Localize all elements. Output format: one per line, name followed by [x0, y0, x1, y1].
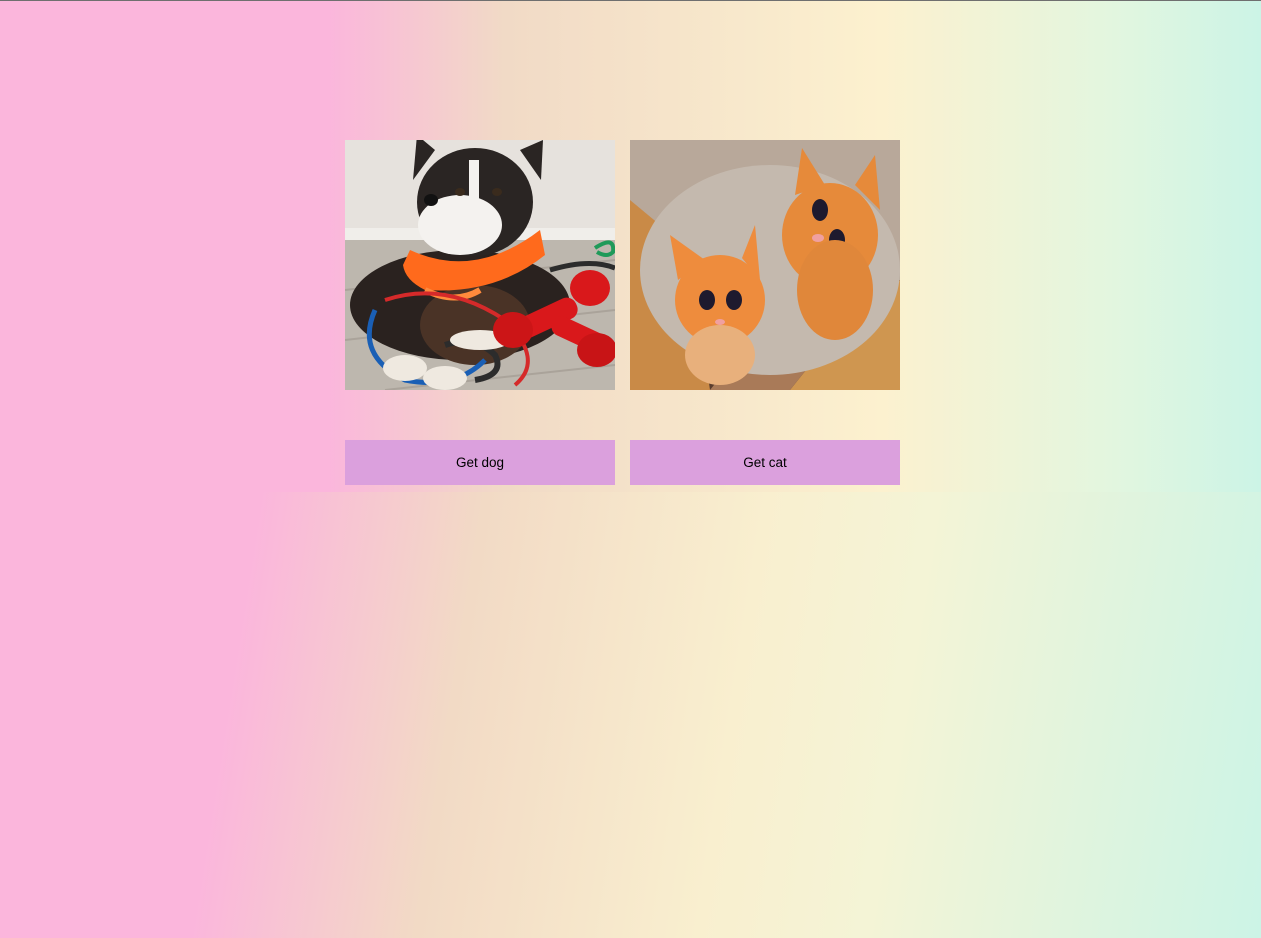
get-cat-button[interactable]: Get cat	[630, 440, 900, 485]
dog-photo	[345, 140, 615, 390]
pet-gallery-panel: Get dog Get cat	[0, 1, 1261, 492]
cat-card: Get cat	[630, 140, 900, 485]
cat-photo	[630, 140, 900, 390]
get-dog-button[interactable]: Get dog	[345, 440, 615, 485]
dog-card: Get dog	[345, 140, 615, 485]
